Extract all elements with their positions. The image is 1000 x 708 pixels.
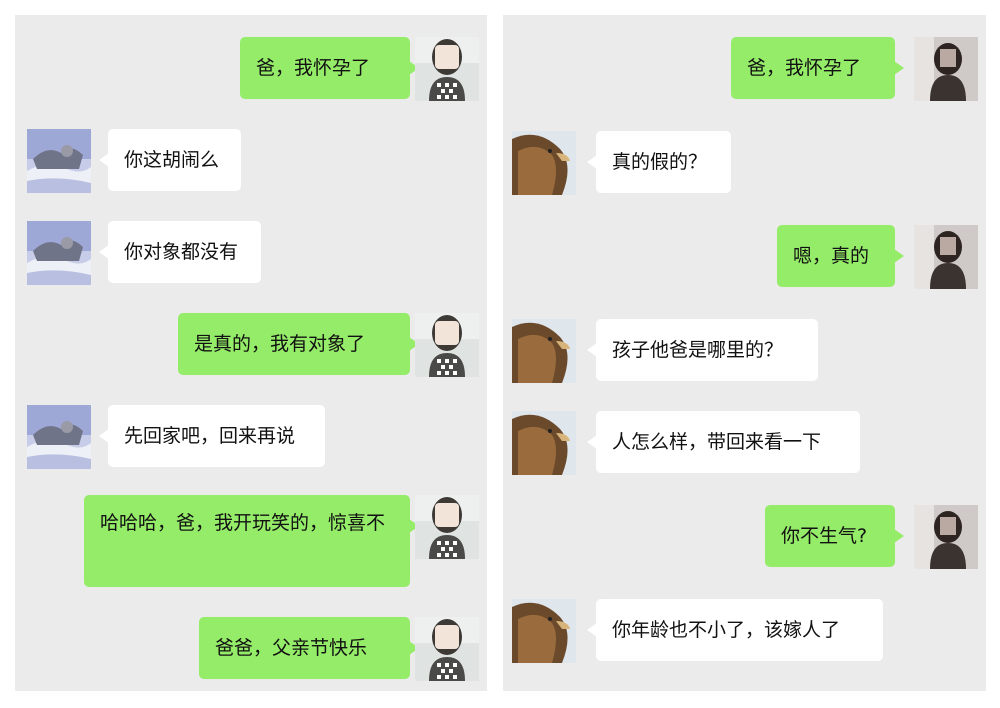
message-bubble-outgoing[interactable]: 爸，我怀孕了 [240, 37, 419, 99]
message-bubble-incoming[interactable]: 你年龄也不小了，该嫁人了 [587, 599, 883, 661]
user-avatar-icon[interactable] [415, 617, 479, 681]
message-bubble-incoming[interactable]: 你这胡闹么 [99, 129, 241, 191]
father-avatar-icon[interactable] [512, 319, 576, 383]
father-avatar-icon[interactable] [27, 129, 91, 193]
message-bubble-outgoing[interactable]: 哈哈哈，爸，我开玩笑的，惊喜不 [84, 495, 419, 587]
message-text: 先回家吧，回来再说 [124, 425, 296, 447]
message-text: 爸，我怀孕了 [747, 57, 862, 79]
chat-panel-right: 爸，我怀孕了 真的假的？ 嗯，真的 孩子他爸是哪里的？ 人怎么样，带回来看一下 … [503, 15, 986, 691]
message-bubble-incoming[interactable]: 先回家吧，回来再说 [99, 405, 325, 467]
message-text: 哈哈哈，爸，我开玩笑的，惊喜不 [100, 512, 386, 534]
father-avatar-icon[interactable] [27, 405, 91, 469]
user-avatar-icon[interactable] [415, 495, 479, 559]
user-avatar-icon[interactable] [914, 37, 978, 101]
message-text: 人怎么样，带回来看一下 [612, 431, 822, 453]
message-bubble-outgoing[interactable]: 爸爸，父亲节快乐 [199, 617, 419, 679]
message-text: 孩子他爸是哪里的？ [612, 339, 784, 361]
message-bubble-incoming[interactable]: 你对象都没有 [99, 221, 261, 283]
father-avatar-icon[interactable] [512, 131, 576, 195]
message-bubble-outgoing[interactable]: 你不生气? [765, 505, 904, 567]
message-text: 爸，我怀孕了 [256, 57, 371, 79]
message-text: 嗯，真的 [793, 245, 870, 267]
message-bubble-outgoing[interactable]: 爸，我怀孕了 [731, 37, 904, 99]
user-avatar-icon[interactable] [914, 225, 978, 289]
message-bubble-outgoing[interactable]: 嗯，真的 [777, 225, 904, 287]
message-text: 是真的，我有对象了 [194, 333, 366, 355]
message-bubble-incoming[interactable]: 人怎么样，带回来看一下 [587, 411, 860, 473]
message-text: 你年龄也不小了，该嫁人了 [612, 619, 841, 641]
chat-panel-left: 爸，我怀孕了 你这胡闹么 你对象都没有 是真的，我有对象了 先回家吧，回来再说 … [15, 15, 487, 691]
message-bubble-incoming[interactable]: 真的假的？ [587, 131, 731, 193]
father-avatar-icon[interactable] [512, 411, 576, 475]
message-text: 爸爸，父亲节快乐 [215, 637, 368, 659]
father-avatar-icon[interactable] [512, 599, 576, 663]
user-avatar-icon[interactable] [415, 313, 479, 377]
message-text: 你对象都没有 [124, 241, 239, 263]
message-bubble-incoming[interactable]: 孩子他爸是哪里的？ [587, 319, 818, 381]
message-text: 你不生气? [781, 525, 868, 547]
user-avatar-icon[interactable] [415, 37, 479, 101]
user-avatar-icon[interactable] [914, 505, 978, 569]
message-text: 你这胡闹么 [124, 149, 220, 171]
father-avatar-icon[interactable] [27, 221, 91, 285]
message-bubble-outgoing[interactable]: 是真的，我有对象了 [178, 313, 419, 375]
message-text: 真的假的？ [612, 151, 708, 173]
